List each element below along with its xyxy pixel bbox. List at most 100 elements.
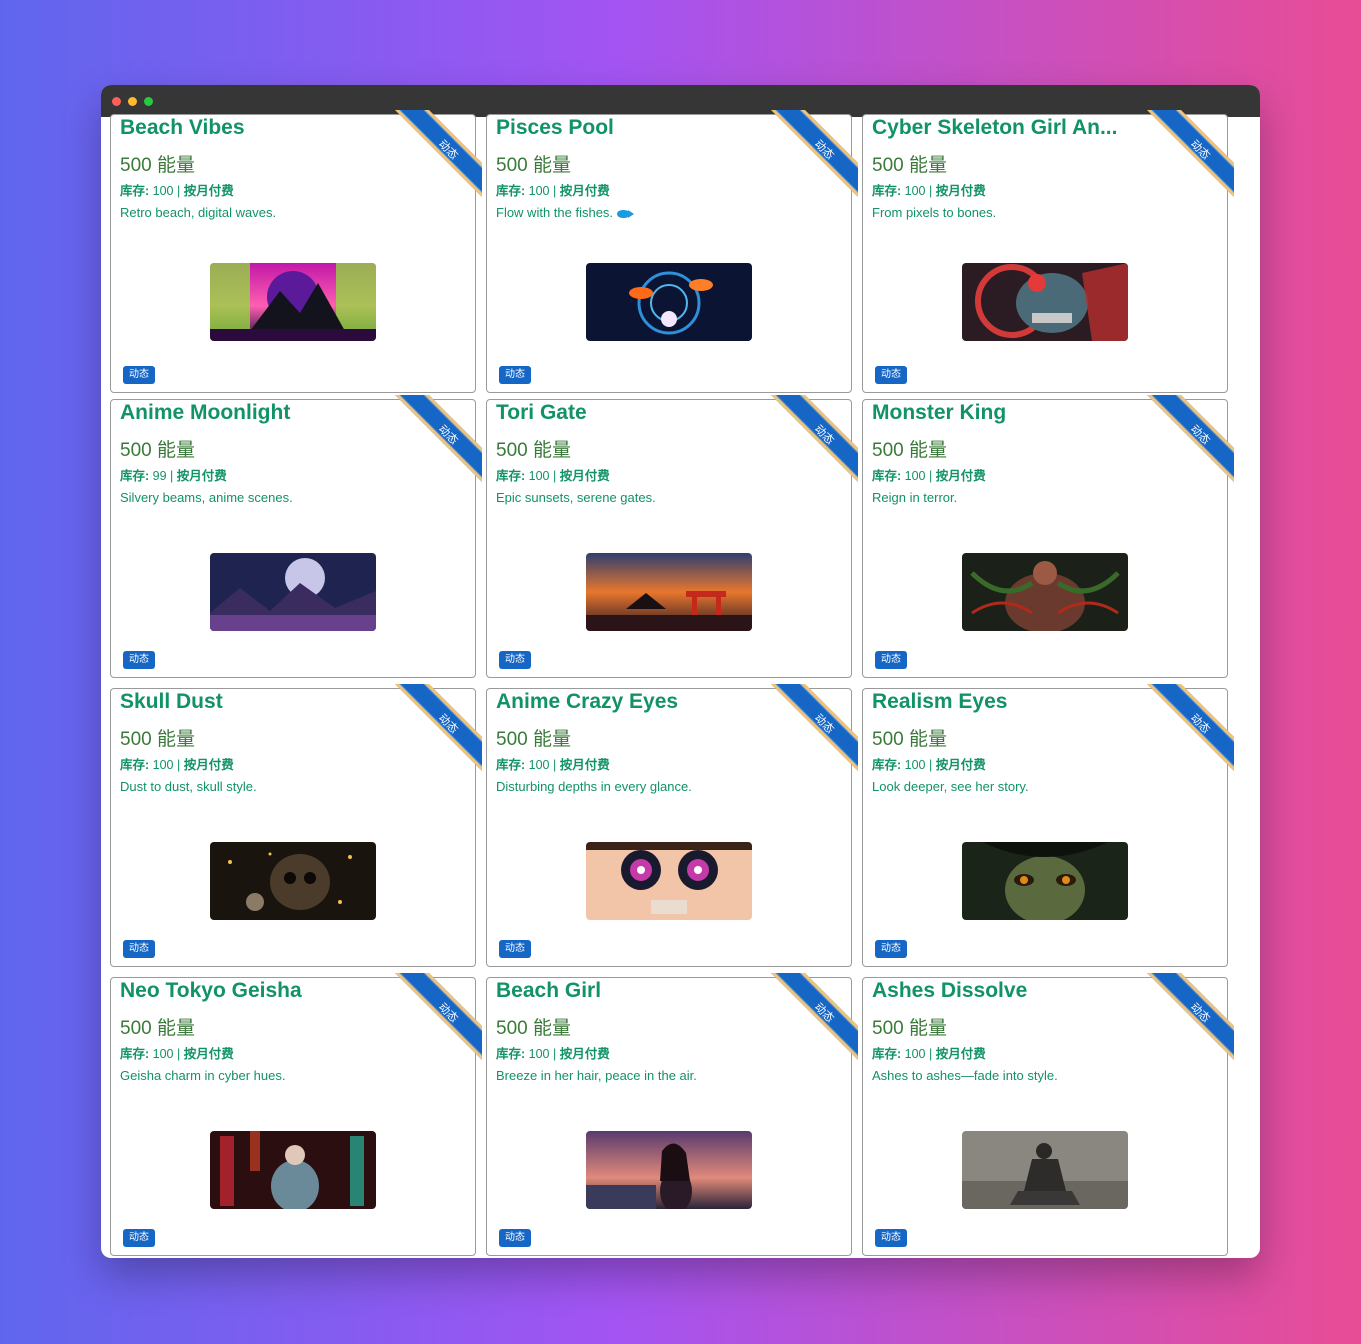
product-card[interactable]: Anime Crazy Eyes 500 能量 库存: 100 | 按月付费 D… — [486, 684, 858, 967]
corner-ribbon: 动态 — [768, 110, 858, 200]
fish-icon — [617, 209, 635, 218]
product-title[interactable]: Skull Dust — [120, 690, 400, 714]
product-card[interactable]: Monster King 500 能量 库存: 100 | 按月付费 Reign… — [862, 395, 1234, 678]
product-title[interactable]: Beach Vibes — [120, 116, 400, 140]
product-card[interactable]: Pisces Pool 500 能量 库存: 100 | 按月付费 Flow w… — [486, 110, 858, 393]
product-stock: 库存: 100 | 按月付费 — [496, 1047, 610, 1061]
product-card[interactable]: Skull Dust 500 能量 库存: 100 | 按月付费 Dust to… — [110, 684, 482, 967]
product-image[interactable] — [962, 1131, 1128, 1209]
product-price: 500 能量 — [496, 729, 571, 750]
corner-ribbon: 动态 — [392, 684, 482, 774]
product-image[interactable] — [962, 263, 1128, 341]
product-description: Breeze in her hair, peace in the air. — [496, 1068, 697, 1083]
product-description: Flow with the fishes. — [496, 205, 635, 220]
product-title[interactable]: Cyber Skeleton Girl An... — [872, 116, 1152, 140]
product-stock: 库存: 100 | 按月付费 — [496, 758, 610, 772]
product-card[interactable]: Neo Tokyo Geisha 500 能量 库存: 100 | 按月付费 G… — [110, 973, 482, 1256]
browser-window: Beach Vibes 500 能量 库存: 100 | 按月付费 Retro … — [101, 85, 1260, 1258]
corner-ribbon: 动态 — [768, 395, 858, 485]
product-card[interactable]: Tori Gate 500 能量 库存: 100 | 按月付费 Epic sun… — [486, 395, 858, 678]
product-price: 500 能量 — [496, 155, 571, 176]
product-grid: Beach Vibes 500 能量 库存: 100 | 按月付费 Retro … — [101, 110, 1260, 1258]
corner-ribbon: 动态 — [392, 110, 482, 200]
product-stock: 库存: 100 | 按月付费 — [496, 469, 610, 483]
product-image[interactable] — [210, 842, 376, 920]
dynamic-badge: 动态 — [499, 366, 531, 384]
minimize-window-button[interactable] — [128, 96, 137, 106]
product-description: Retro beach, digital waves. — [120, 205, 277, 220]
window-titlebar — [101, 85, 1260, 117]
product-stock: 库存: 100 | 按月付费 — [872, 469, 986, 483]
dynamic-badge: 动态 — [875, 940, 907, 958]
product-stock: 库存: 100 | 按月付费 — [120, 758, 234, 772]
dynamic-badge: 动态 — [875, 366, 907, 384]
corner-ribbon: 动态 — [768, 684, 858, 774]
product-card[interactable]: Realism Eyes 500 能量 库存: 100 | 按月付费 Look … — [862, 684, 1234, 967]
product-card[interactable]: Beach Vibes 500 能量 库存: 100 | 按月付费 Retro … — [110, 110, 482, 393]
product-title[interactable]: Tori Gate — [496, 401, 776, 425]
dynamic-badge: 动态 — [123, 651, 155, 669]
product-stock: 库存: 100 | 按月付费 — [872, 184, 986, 198]
product-stock: 库存: 100 | 按月付费 — [496, 184, 610, 198]
product-image[interactable] — [586, 842, 752, 920]
product-price: 500 能量 — [120, 1018, 195, 1039]
dynamic-badge: 动态 — [123, 940, 155, 958]
dynamic-badge: 动态 — [499, 1229, 531, 1247]
product-image[interactable] — [210, 553, 376, 631]
product-title[interactable]: Realism Eyes — [872, 690, 1152, 714]
product-stock: 库存: 100 | 按月付费 — [872, 1047, 986, 1061]
product-title[interactable]: Ashes Dissolve — [872, 979, 1152, 1003]
product-image[interactable] — [586, 553, 752, 631]
product-price: 500 能量 — [120, 729, 195, 750]
product-stock: 库存: 100 | 按月付费 — [872, 758, 986, 772]
product-price: 500 能量 — [872, 1018, 947, 1039]
product-card[interactable]: Cyber Skeleton Girl An... 500 能量 库存: 100… — [862, 110, 1234, 393]
corner-ribbon: 动态 — [1144, 110, 1234, 200]
maximize-window-button[interactable] — [144, 96, 153, 106]
product-image[interactable] — [962, 842, 1128, 920]
product-price: 500 能量 — [496, 440, 571, 461]
product-stock: 库存: 99 | 按月付费 — [120, 469, 227, 483]
product-title[interactable]: Beach Girl — [496, 979, 776, 1003]
product-title[interactable]: Monster King — [872, 401, 1152, 425]
corner-ribbon: 动态 — [1144, 395, 1234, 485]
product-price: 500 能量 — [872, 155, 947, 176]
product-price: 500 能量 — [872, 729, 947, 750]
corner-ribbon: 动态 — [1144, 684, 1234, 774]
close-window-button[interactable] — [112, 96, 121, 106]
product-title[interactable]: Pisces Pool — [496, 116, 776, 140]
dynamic-badge: 动态 — [123, 1229, 155, 1247]
corner-ribbon: 动态 — [768, 973, 858, 1063]
dynamic-badge: 动态 — [875, 1229, 907, 1247]
product-description: Geisha charm in cyber hues. — [120, 1068, 286, 1083]
product-description: Disturbing depths in every glance. — [496, 779, 692, 794]
product-description: Ashes to ashes—fade into style. — [872, 1068, 1058, 1083]
product-description: Look deeper, see her story. — [872, 779, 1029, 794]
corner-ribbon: 动态 — [392, 395, 482, 485]
dynamic-badge: 动态 — [123, 366, 155, 384]
product-image[interactable] — [586, 263, 752, 341]
product-stock: 库存: 100 | 按月付费 — [120, 1047, 234, 1061]
product-stock: 库存: 100 | 按月付费 — [120, 184, 234, 198]
product-title[interactable]: Neo Tokyo Geisha — [120, 979, 400, 1003]
product-card[interactable]: Ashes Dissolve 500 能量 库存: 100 | 按月付费 Ash… — [862, 973, 1234, 1256]
product-title[interactable]: Anime Moonlight — [120, 401, 400, 425]
product-price: 500 能量 — [872, 440, 947, 461]
corner-ribbon: 动态 — [1144, 973, 1234, 1063]
product-description: Epic sunsets, serene gates. — [496, 490, 656, 505]
product-image[interactable] — [962, 553, 1128, 631]
product-card[interactable]: Anime Moonlight 500 能量 库存: 99 | 按月付费 Sil… — [110, 395, 482, 678]
dynamic-badge: 动态 — [875, 651, 907, 669]
product-image[interactable] — [210, 1131, 376, 1209]
product-image[interactable] — [210, 263, 376, 341]
product-description: From pixels to bones. — [872, 205, 997, 220]
product-description: Silvery beams, anime scenes. — [120, 490, 293, 505]
corner-ribbon: 动态 — [392, 973, 482, 1063]
product-title[interactable]: Anime Crazy Eyes — [496, 690, 776, 714]
product-card[interactable]: Beach Girl 500 能量 库存: 100 | 按月付费 Breeze … — [486, 973, 858, 1256]
product-description: Reign in terror. — [872, 490, 958, 505]
dynamic-badge: 动态 — [499, 940, 531, 958]
product-price: 500 能量 — [120, 155, 195, 176]
product-image[interactable] — [586, 1131, 752, 1209]
product-price: 500 能量 — [496, 1018, 571, 1039]
